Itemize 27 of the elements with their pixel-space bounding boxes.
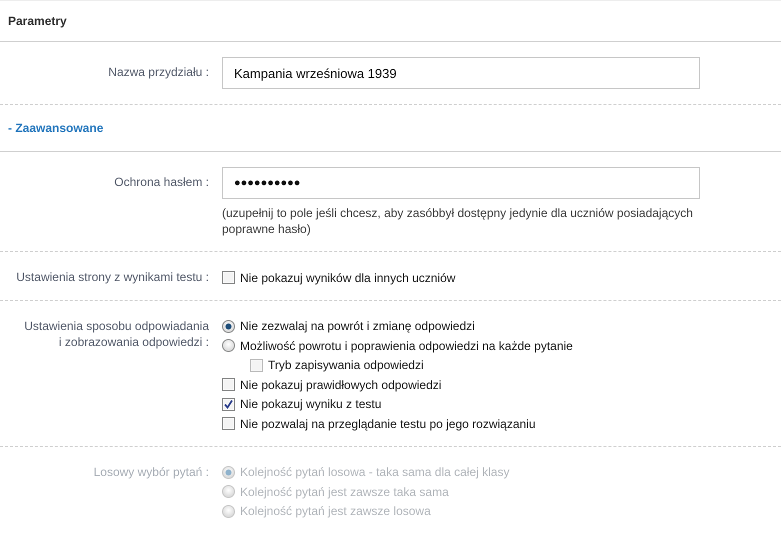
- option-label: Kolejność pytań losowa - taka sama dla całej klasy: [240, 465, 510, 480]
- option-label: Nie pokazuj wyniku z testu: [240, 397, 382, 412]
- option-label: Nie zezwalaj na powrót i zmianę odpowiedzi: [240, 319, 475, 334]
- option-label: Kolejność pytań jest zawsze taka sama: [240, 484, 449, 499]
- radio-button[interactable]: [222, 320, 235, 333]
- setting-label: Losowy wybór pytań :: [92, 464, 209, 480]
- input-field[interactable]: Kampania wrześniowa 1939: [222, 57, 700, 89]
- checkbox[interactable]: [222, 271, 235, 284]
- setting-label: Ustawienia sposobu odpowiadania i zobrazowania odpowiedzi :: [23, 318, 209, 350]
- advanced-toggle[interactable]: - Zaawansowane: [0, 105, 781, 152]
- option-label: Kolejność pytań jest zawsze losowa: [240, 504, 431, 518]
- checkbox[interactable]: [222, 398, 235, 411]
- option-label: Tryb zapisywania odpowiedzi: [268, 358, 424, 372]
- option-label: Nie pokazuj prawidłowych odpowiedzi: [240, 378, 442, 392]
- radio-button[interactable]: [222, 339, 235, 352]
- panel-title: Parametry: [0, 1, 781, 42]
- field-label: Ochrona hasłem :: [113, 174, 209, 191]
- hint-text: (uzupełnij to pole jeśli chcesz, aby zasóbbył dostępny jedynie dla uczniów posiadających poprawne hasło): [222, 205, 694, 237]
- checkbox[interactable]: [222, 378, 235, 392]
- checkbox[interactable]: [250, 358, 263, 372]
- checkbox[interactable]: [222, 417, 235, 430]
- option-label: Nie pozwalaj na przeglądanie testu po jego rozwiązaniu: [240, 416, 536, 431]
- field-label: Nazwa przydziału :: [107, 64, 209, 81]
- option-label: Możliwość powrotu i poprawienia odpowiedzi na każde pytanie: [240, 338, 573, 353]
- option-label: Nie pokazuj wyników dla innych uczniów: [240, 270, 456, 285]
- password-field[interactable]: ●●●●●●●●●●: [222, 167, 700, 199]
- setting-label: Ustawienia strony z wynikami testu :: [15, 269, 209, 286]
